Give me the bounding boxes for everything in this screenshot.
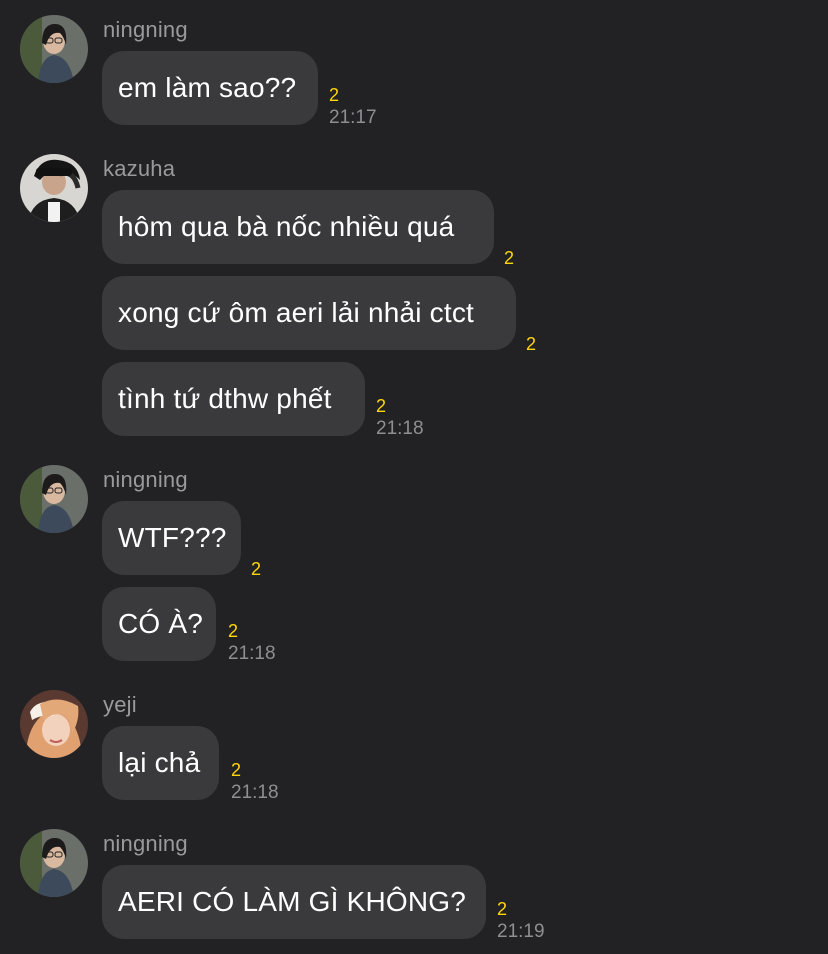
avatar-kazuha[interactable] [20,154,88,222]
message-bubble[interactable]: lại chả [102,726,219,800]
unread-count: 2 [228,621,239,641]
message-time: 21:17 [329,107,377,128]
avatar-ningning[interactable] [20,15,88,83]
unread-count: 2 [329,85,340,105]
ningning-avatar-image [20,15,88,83]
message-bubble[interactable]: hôm qua bà nốc nhiều quá [102,190,494,264]
message-bubble[interactable]: em làm sao?? [102,51,318,125]
yeji-avatar-image [20,690,88,758]
message-time: 21:18 [231,782,279,803]
ningning-avatar-image [20,465,88,533]
kazuha-avatar-image [20,154,88,222]
avatar-ningning[interactable] [20,465,88,533]
message-bubble[interactable]: xong cứ ôm aeri lải nhải ctct [102,276,516,350]
avatar-yeji[interactable] [20,690,88,758]
message-bubble[interactable]: tình tứ dthw phết [102,362,365,436]
unread-count: 2 [497,899,508,919]
sender-name: ningning [103,17,188,42]
message-bubble[interactable]: CÓ À? [102,587,216,661]
message-time: 21:18 [228,643,276,664]
unread-count: 2 [376,396,387,416]
message-time: 21:18 [376,418,424,439]
ningning-avatar-image [20,829,88,897]
sender-name: kazuha [103,156,176,181]
message-bubble[interactable]: AERI CÓ LÀM GÌ KHÔNG? [102,865,486,939]
unread-count: 2 [231,760,242,780]
message-time: 21:19 [497,921,545,942]
avatar-ningning[interactable] [20,829,88,897]
unread-count: 2 [251,559,262,579]
message-bubble[interactable]: WTF??? [102,501,241,575]
unread-count: 2 [526,334,537,354]
unread-count: 2 [504,248,515,268]
sender-name: yeji [103,692,137,717]
sender-name: ningning [103,831,188,856]
sender-name: ningning [103,467,188,492]
